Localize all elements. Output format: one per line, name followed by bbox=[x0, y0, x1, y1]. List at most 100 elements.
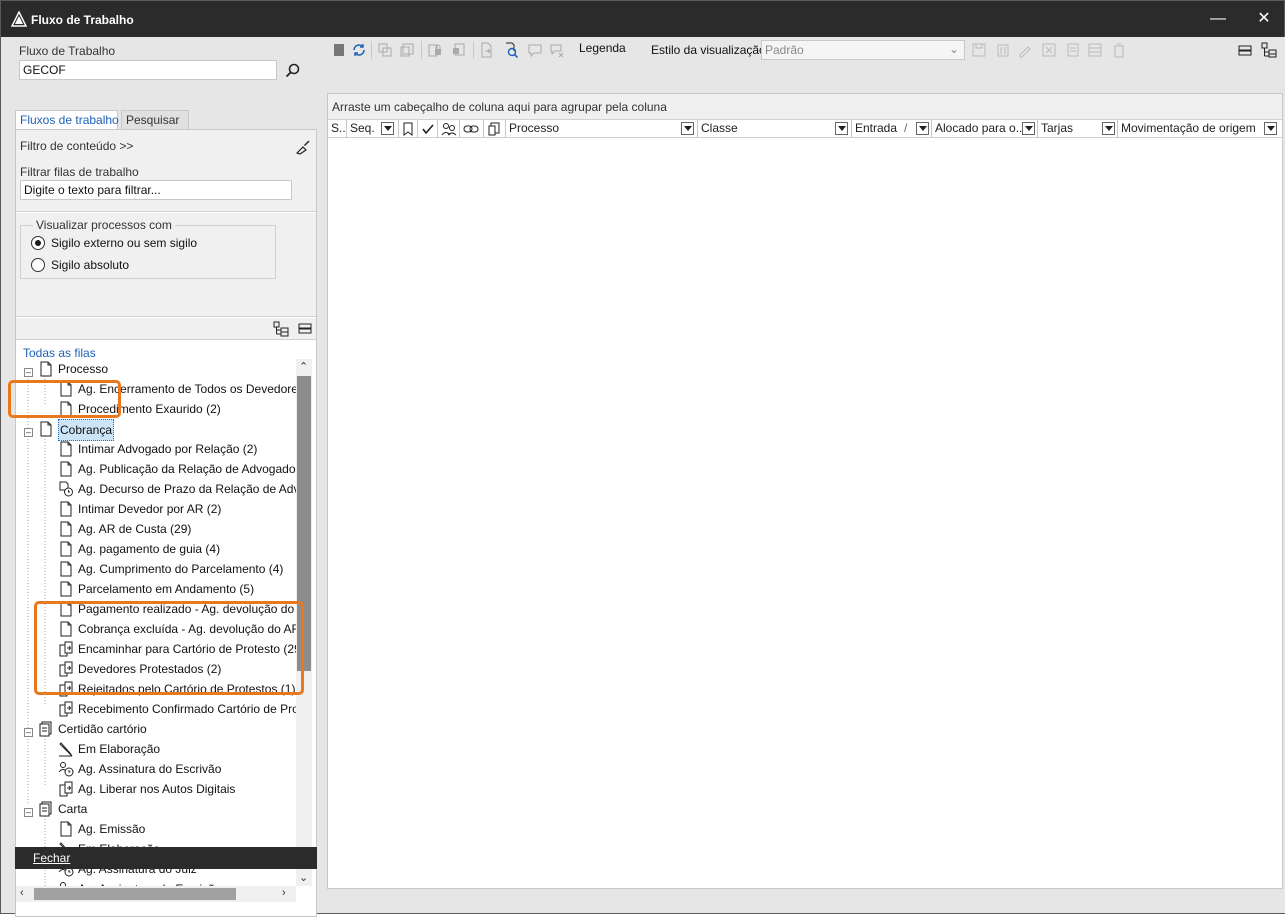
stacked-documents-icon bbox=[39, 721, 52, 737]
toolbar-divider bbox=[473, 41, 474, 59]
left-panel: Fluxo de Trabalho GECOF Fluxos de trabal… bbox=[1, 37, 325, 917]
save-icon[interactable] bbox=[971, 42, 987, 58]
column-flag[interactable] bbox=[399, 120, 418, 138]
column-users[interactable] bbox=[438, 120, 460, 138]
tree-label: Parcelamento em Andamento (5) bbox=[78, 582, 255, 596]
highlight-protest-queues bbox=[34, 601, 304, 695]
tree-label: Processo bbox=[58, 362, 109, 376]
lock-document-icon[interactable] bbox=[427, 42, 443, 58]
tree-collapse-icon[interactable] bbox=[296, 320, 314, 338]
print-layout-icon[interactable] bbox=[1065, 42, 1081, 58]
chevron-down-icon[interactable] bbox=[1022, 122, 1035, 135]
tree-horizontal-scrollbar[interactable]: ‹ › bbox=[16, 886, 296, 902]
column-entrada[interactable]: Entrada / bbox=[852, 120, 932, 138]
radio-absolute-secrecy[interactable] bbox=[31, 258, 45, 272]
clear-filter-icon[interactable] bbox=[294, 138, 312, 156]
minimize-button[interactable]: — bbox=[1199, 5, 1237, 33]
search-icon[interactable] bbox=[284, 62, 302, 80]
column-check[interactable] bbox=[418, 120, 438, 138]
document-icon bbox=[60, 521, 72, 537]
export-excel-icon[interactable] bbox=[1041, 42, 1057, 58]
scroll-down-icon[interactable]: ⌄ bbox=[299, 871, 308, 884]
toolbar-divider bbox=[371, 41, 372, 59]
filter-section: Filtro de conteúdo >> Filtrar filas de t… bbox=[16, 130, 316, 212]
chevron-down-icon[interactable] bbox=[381, 122, 394, 135]
refresh-icon[interactable] bbox=[351, 42, 367, 58]
expander-carta[interactable]: – bbox=[24, 808, 33, 817]
chevron-down-icon[interactable] bbox=[681, 122, 694, 135]
edit-icon[interactable] bbox=[1017, 42, 1033, 58]
process-grid: Arraste um cabeçalho de coluna aqui para… bbox=[327, 93, 1283, 889]
tree-horizontal-thumb[interactable] bbox=[34, 888, 236, 900]
tree-label: Recebimento Confirmado Cartório de Prot bbox=[78, 702, 303, 716]
filter-queues-label: Filtrar filas de trabalho bbox=[20, 165, 139, 179]
columns-icon[interactable] bbox=[1087, 42, 1103, 58]
expander-certidao[interactable]: – bbox=[24, 728, 33, 737]
document-icon bbox=[60, 461, 72, 477]
radio-external-secrecy[interactable] bbox=[31, 236, 45, 250]
tree-expand-icon[interactable] bbox=[272, 320, 290, 338]
filter-queues-input[interactable]: Digite o texto para filtrar... bbox=[20, 180, 292, 200]
copy-icon[interactable] bbox=[377, 42, 393, 58]
tree-label: Ag. Cumprimento do Parcelamento (4) bbox=[78, 562, 284, 576]
workflow-input[interactable]: GECOF bbox=[19, 60, 277, 80]
expander-processo[interactable]: – bbox=[24, 368, 33, 377]
paste-icon[interactable] bbox=[399, 42, 415, 58]
chevron-down-icon[interactable] bbox=[1102, 122, 1115, 135]
tree-label: Ag. Emissão bbox=[78, 822, 146, 836]
scroll-right-icon[interactable]: › bbox=[282, 887, 286, 899]
tree-label: Ag. Decurso de Prazo da Relação de Advo bbox=[78, 482, 307, 496]
stacked-documents-icon bbox=[39, 801, 52, 817]
comment-delete-icon[interactable] bbox=[549, 42, 565, 58]
close-button[interactable]: Fechar bbox=[33, 851, 70, 865]
tree-label: Ag. AR de Custa (29) bbox=[78, 522, 192, 536]
column-movimentacao[interactable]: Movimentação de origem bbox=[1118, 120, 1282, 138]
column-link[interactable] bbox=[460, 120, 484, 138]
column-status[interactable]: S... bbox=[328, 120, 347, 138]
column-alocado[interactable]: Alocado para o... bbox=[932, 120, 1038, 138]
chevron-down-icon[interactable] bbox=[1264, 122, 1277, 135]
expand-all-icon[interactable] bbox=[1261, 42, 1277, 58]
chevron-down-icon[interactable] bbox=[835, 122, 848, 135]
close-window-button[interactable]: ✕ bbox=[1245, 5, 1283, 33]
chevron-down-icon[interactable] bbox=[916, 122, 929, 135]
comment-icon[interactable] bbox=[527, 42, 543, 58]
tab-search[interactable]: Pesquisar bbox=[121, 110, 189, 130]
column-attach[interactable] bbox=[484, 120, 506, 138]
document-icon bbox=[40, 421, 52, 437]
column-classe[interactable]: Classe bbox=[698, 120, 852, 138]
chevron-down-icon[interactable]: ⌄ bbox=[949, 42, 959, 56]
collapse-all-icon[interactable] bbox=[1237, 42, 1253, 58]
pen-icon bbox=[59, 742, 73, 757]
toolbar-divider bbox=[421, 41, 422, 59]
radio-absolute-secrecy-label: Sigilo absoluto bbox=[51, 258, 130, 272]
highlight-cobranca bbox=[8, 380, 121, 418]
trash-icon[interactable] bbox=[1111, 42, 1127, 58]
column-processo[interactable]: Processo bbox=[506, 120, 698, 138]
column-tarjas[interactable]: Tarjas bbox=[1038, 120, 1118, 138]
document-icon bbox=[40, 361, 52, 377]
delete-layout-icon[interactable] bbox=[995, 42, 1011, 58]
column-tarjas-label: Tarjas bbox=[1041, 121, 1074, 135]
column-alocado-label: Alocado para o... bbox=[935, 121, 1026, 135]
unlock-document-icon[interactable] bbox=[451, 42, 467, 58]
document-icon bbox=[60, 501, 72, 517]
scroll-up-icon[interactable]: ⌃ bbox=[299, 360, 308, 373]
scroll-left-icon[interactable]: ‹ bbox=[20, 887, 24, 899]
bookmark-icon[interactable] bbox=[331, 42, 347, 58]
column-seq[interactable]: Seq. bbox=[347, 120, 399, 138]
content-filter-link[interactable]: Filtro de conteúdo >> bbox=[20, 139, 133, 153]
group-by-area[interactable]: Arraste um cabeçalho de coluna aqui para… bbox=[328, 94, 1282, 120]
tab-workflows[interactable]: Fluxos de trabalho bbox=[15, 110, 119, 130]
document-arrow-icon[interactable] bbox=[479, 42, 495, 58]
search-document-icon[interactable] bbox=[503, 42, 519, 58]
workflows-panel: Filtro de conteúdo >> Filtrar filas de t… bbox=[15, 129, 317, 917]
bookmark-outline-icon bbox=[403, 122, 413, 136]
document-icon bbox=[60, 581, 72, 597]
view-style-select[interactable]: Padrão bbox=[761, 40, 965, 60]
link-icon bbox=[463, 125, 479, 133]
documents-icon bbox=[488, 122, 500, 136]
tree-label: Ag. pagamento de guia (4) bbox=[78, 542, 221, 556]
legend-button[interactable]: Legenda bbox=[579, 41, 626, 55]
expander-cobranca[interactable]: – bbox=[24, 428, 33, 437]
